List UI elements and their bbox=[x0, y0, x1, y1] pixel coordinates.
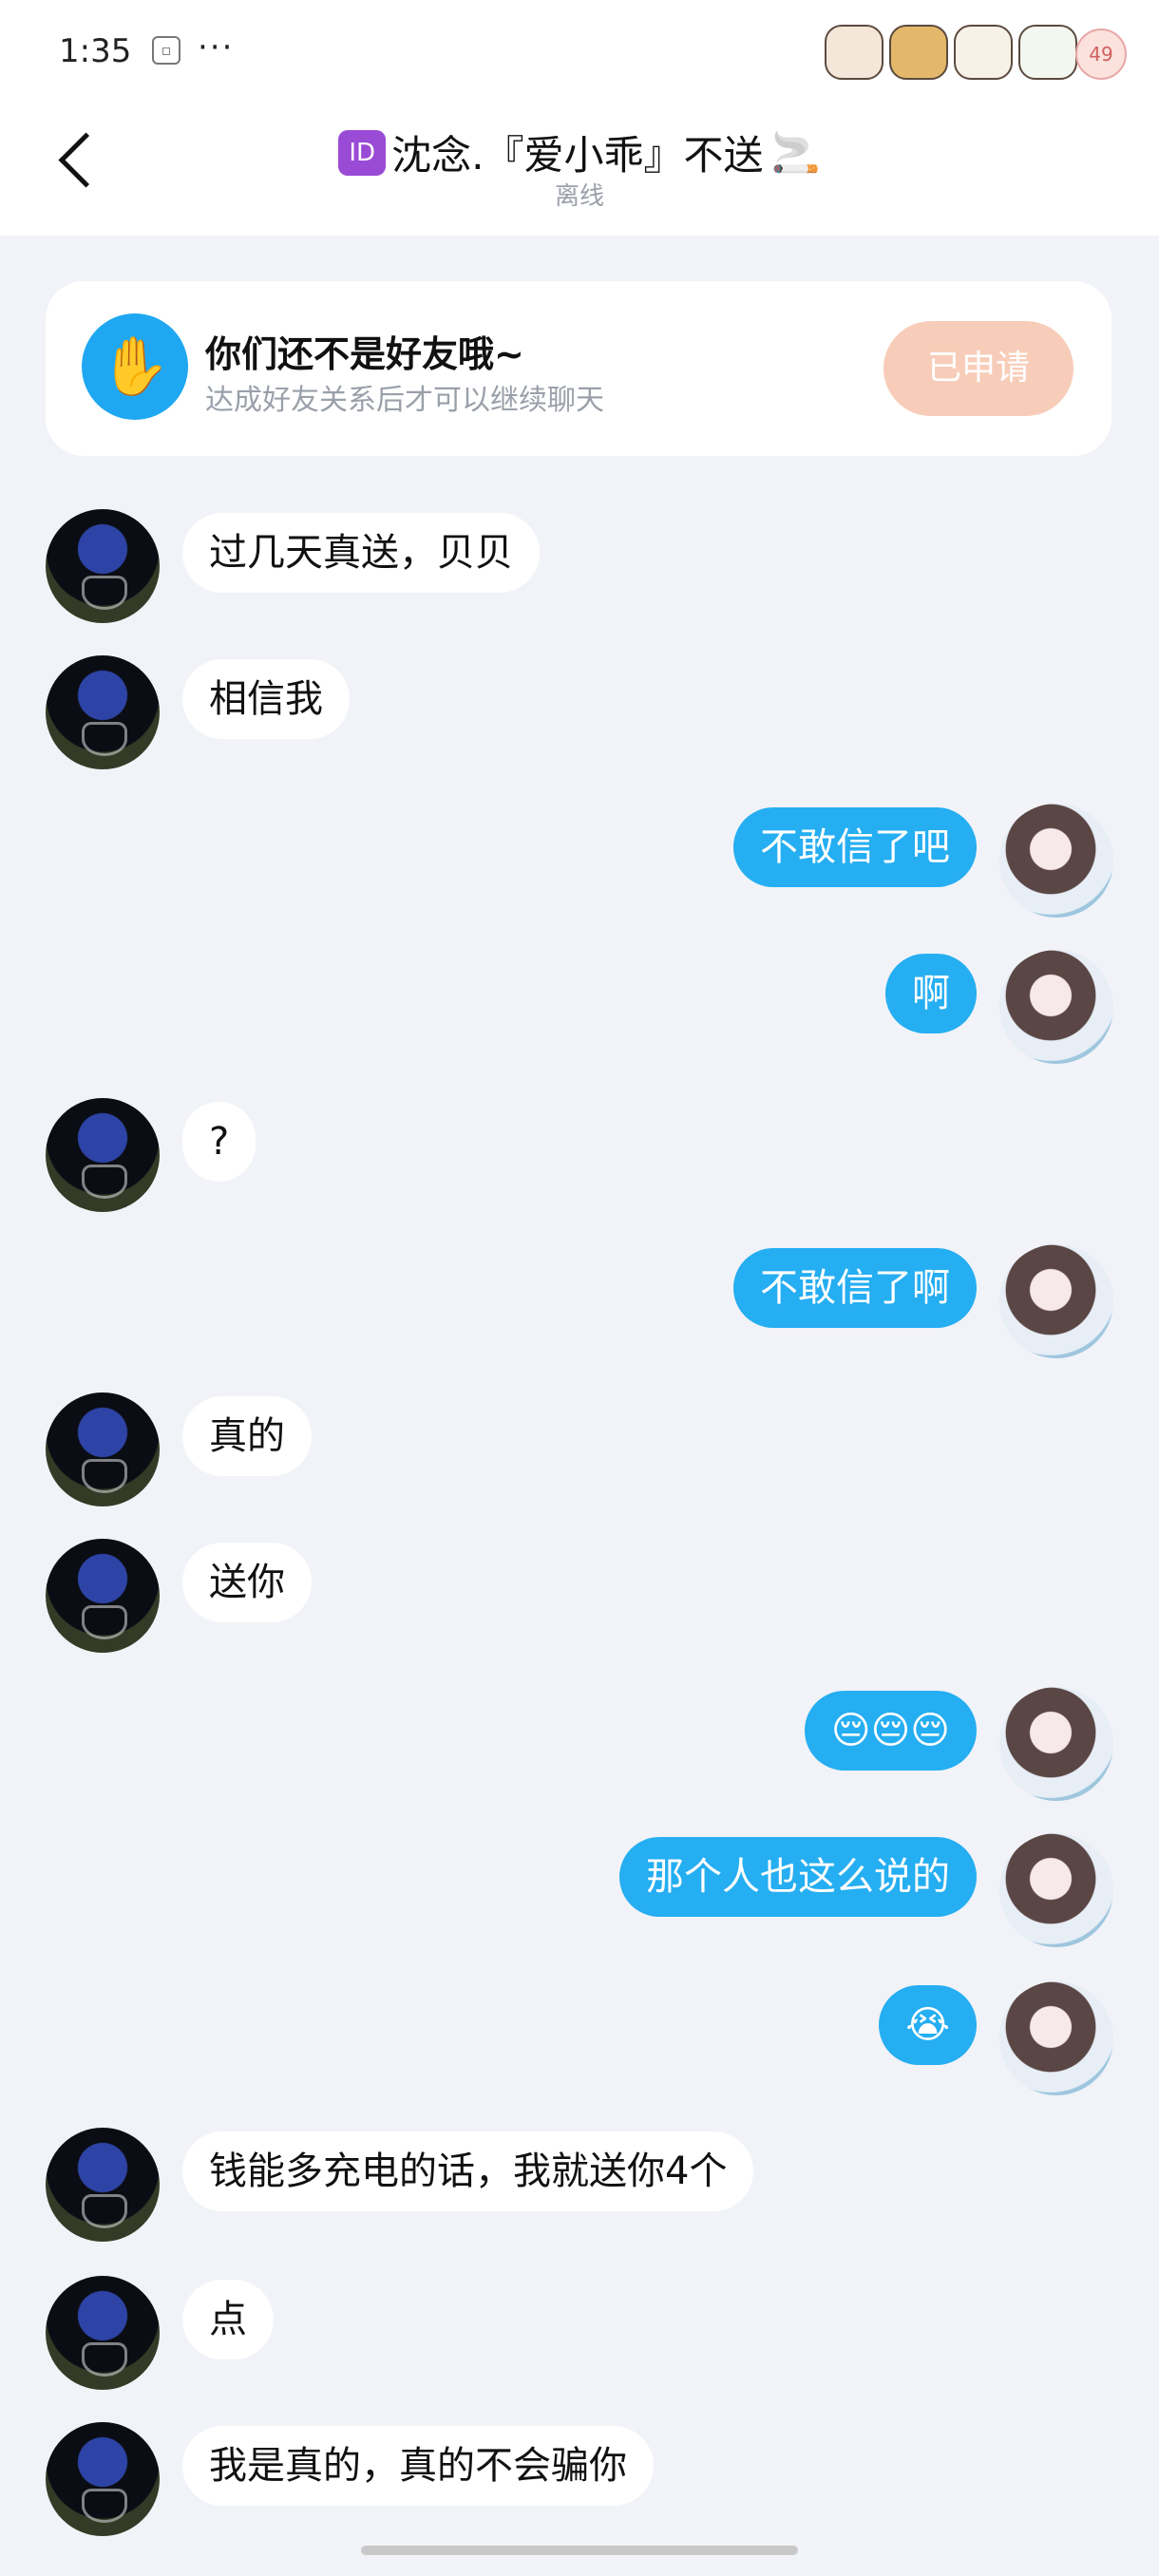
message-bubble[interactable]: 😭 bbox=[879, 1985, 977, 2065]
avatar[interactable] bbox=[46, 2422, 160, 2536]
message-bubble[interactable]: 不敢信了啊 bbox=[733, 1248, 977, 1328]
avatar[interactable] bbox=[999, 1833, 1113, 1947]
hand-wave-icon: ✋ bbox=[82, 313, 188, 420]
online-status: 离线 bbox=[554, 182, 604, 211]
message-bubble[interactable]: 点 bbox=[182, 2280, 274, 2359]
applied-button[interactable]: 已申请 bbox=[884, 321, 1074, 416]
avatar[interactable] bbox=[46, 1098, 160, 1212]
avatar[interactable] bbox=[999, 1687, 1113, 1801]
message-bubble[interactable]: 相信我 bbox=[182, 659, 350, 739]
sticker-icon bbox=[825, 25, 884, 80]
friend-card-description: 达成好友关系后才可以继续聊天 bbox=[205, 384, 604, 417]
message-bubble[interactable]: 不敢信了吧 bbox=[733, 807, 977, 887]
message-bubble[interactable]: 啊 bbox=[885, 954, 977, 1033]
chat-title: ID 沈念.『爱小乖』不送 🚬 bbox=[0, 123, 1159, 181]
wifi-icon bbox=[1018, 25, 1077, 80]
sticker-icon bbox=[889, 25, 948, 80]
message-bubble[interactable]: 😔😔😔 bbox=[804, 1691, 977, 1771]
more-status-icon: ··· bbox=[198, 28, 235, 66]
message-bubble[interactable]: 钱能多充电的话，我就送你4个 bbox=[182, 2131, 754, 2211]
message-bubble[interactable]: 那个人也这么说的 bbox=[619, 1837, 977, 1917]
id-badge-icon: ID bbox=[338, 129, 387, 176]
avatar[interactable] bbox=[46, 509, 160, 623]
friend-request-card: ✋ 你们还不是好友哦~ 达成好友关系后才可以继续聊天 已申请 bbox=[46, 281, 1112, 456]
battery-icon: 49 bbox=[1075, 28, 1127, 80]
avatar[interactable] bbox=[46, 2128, 160, 2242]
notification-icon: ▫ bbox=[152, 36, 180, 65]
avatar[interactable] bbox=[46, 2276, 160, 2390]
message-bubble[interactable]: ? bbox=[182, 1102, 256, 1182]
top-bar: 1:35 ▫ ··· 49 ID 沈念.『爱小乖』不送 🚬 离线 bbox=[0, 0, 1159, 236]
message-bubble[interactable]: 过几天真送，贝贝 bbox=[182, 513, 540, 593]
contact-name: 沈念.『爱小乖』不送 bbox=[391, 132, 764, 179]
avatar[interactable] bbox=[999, 950, 1113, 1064]
avatar[interactable] bbox=[999, 1244, 1113, 1358]
message-bubble[interactable]: 真的 bbox=[182, 1396, 312, 1476]
signal-icon bbox=[954, 25, 1013, 80]
avatar[interactable] bbox=[46, 1392, 160, 1506]
message-bubble[interactable]: 我是真的，真的不会骗你 bbox=[182, 2426, 654, 2506]
friend-card-title: 你们还不是好友哦~ bbox=[205, 333, 524, 375]
message-bubble[interactable]: 送你 bbox=[182, 1543, 312, 1622]
home-indicator[interactable] bbox=[361, 2546, 798, 2555]
avatar[interactable] bbox=[46, 1539, 160, 1653]
avatar[interactable] bbox=[46, 655, 160, 769]
avatar[interactable] bbox=[999, 1981, 1113, 2095]
avatar[interactable] bbox=[999, 804, 1113, 918]
status-stickers bbox=[825, 25, 1077, 80]
cigarette-emoji: 🚬 bbox=[770, 128, 821, 176]
status-time: 1:35 bbox=[59, 32, 132, 70]
